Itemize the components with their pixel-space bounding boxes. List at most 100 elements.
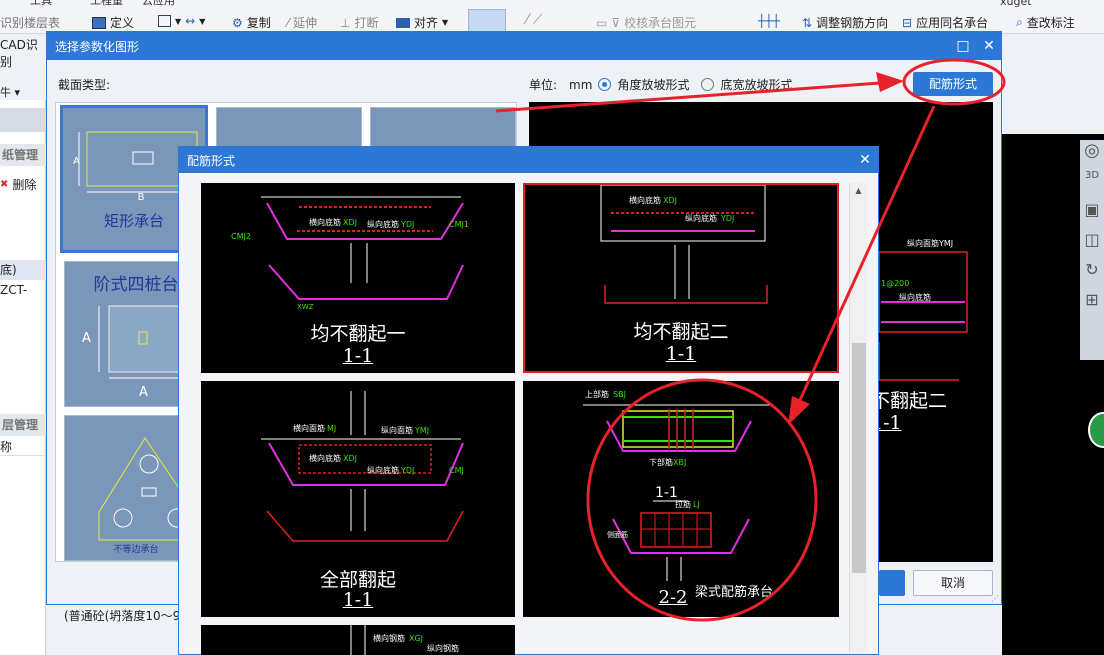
svg-text:纵向面筋: 纵向面筋 [381, 425, 413, 435]
adjust-rebar-button[interactable]: ⇅ 调整钢筋方向 [802, 14, 888, 31]
user-name: xuget [1000, 0, 1032, 8]
layers-icon[interactable]: ◫ [1080, 230, 1104, 260]
modify-label-text: 查改标注 [1026, 16, 1075, 30]
cap-icon: ⊽ [611, 15, 621, 30]
rebar-card-all-bend[interactable]: 横向面筋 MJ 纵向面筋 YMJ 横向底筋 XDJ 纵向底筋 YDJ CMJ 全部翻起 … [201, 381, 515, 617]
layer-mgmt-label: 层管理 [2, 418, 39, 432]
drawing-list-item[interactable]: 底) ZCT- [0, 260, 46, 297]
align-button[interactable]: 对齐 ▼ [396, 14, 448, 31]
floor-table-label: 识别楼层表 [0, 16, 61, 30]
delete-button[interactable]: ✖ 删除 [0, 176, 36, 193]
align-label: 对齐 [414, 16, 439, 30]
unit-row: 单位: mm 角度放坡形式 底宽放坡形式 [529, 76, 792, 93]
rebar-card-partial[interactable]: 横向钢筋 XGJ 纵向钢筋 [201, 625, 515, 655]
modify-label-button[interactable]: ⌕ 查改标注 [1016, 14, 1075, 31]
svg-text:YDJ: YDJ [720, 214, 734, 223]
grid-icon [158, 15, 171, 27]
svg-text:纵向面筋YMJ: 纵向面筋YMJ [907, 238, 953, 248]
unit-value: mm [569, 77, 593, 92]
svg-text:横向底筋: 横向底筋 [629, 195, 661, 205]
svg-text:YMJ: YMJ [414, 426, 429, 435]
chevron-down-icon-2: ▼ [199, 16, 206, 26]
svg-text:CMJ1: CMJ1 [449, 220, 469, 229]
menu-quantity[interactable]: 工程量 [90, 0, 123, 8]
svg-text:SBJ: SBJ [613, 390, 626, 399]
svg-text:XDJ: XDJ [343, 218, 357, 227]
preview-title: 不翻起二 [871, 390, 948, 412]
cad-recognize-tab[interactable]: CAD识别 [0, 36, 46, 69]
scroll-thumb[interactable] [852, 343, 866, 573]
rebar-form-button[interactable]: 配筋形式 [913, 72, 993, 96]
search-label-icon: ⌕ [1016, 15, 1023, 29]
param-dialog-titlebar[interactable]: 选择参数化图形 [47, 32, 1001, 60]
scroll-up-icon[interactable]: ▲ [850, 183, 867, 199]
resize-grip-icon[interactable]: ⋰ [991, 594, 999, 603]
bottom-status-text: (普通砼(坍落度10～9 [64, 609, 181, 623]
svg-text:下部筋: 下部筋 [649, 457, 673, 467]
layout-dropdown[interactable]: ▼ ↔ ▼ [158, 14, 205, 28]
cube-icon[interactable]: ▣ [1080, 200, 1104, 230]
svg-text:YDJ: YDJ [400, 466, 414, 475]
define-button[interactable]: 定义 [92, 14, 134, 31]
rebar-card-beam-style[interactable]: 上部筋 SBJ 下部筋 XBJ 1-1 拉筋 LJ 侧面筋 2-2 梁式配筋承台 [523, 381, 839, 617]
grid-tool-icon[interactable]: ┼┼┼ [758, 14, 780, 28]
align-icon [396, 17, 410, 28]
chevron-down-icon-3: ▼ [442, 18, 449, 27]
radio-angle-label: 角度放坡形式 [617, 78, 690, 92]
rebar-dialog-title: 配筋形式 [187, 153, 236, 168]
adjust-rebar-label: 调整钢筋方向 [816, 16, 889, 30]
rebar-close-icon[interactable]: ✕ [855, 150, 875, 170]
close-icon[interactable]: ✕ [979, 36, 999, 56]
apply-same-cap-button[interactable]: ⊟ 应用同名承台 [902, 14, 988, 31]
card-2-title: 均不翻起二 [633, 321, 729, 343]
name-column-label: 称 [0, 440, 13, 454]
orbit-icon[interactable]: ◎ [1080, 140, 1104, 170]
maximize-icon[interactable]: □ [953, 36, 973, 56]
svg-text:MJ: MJ [327, 424, 336, 433]
extend-button[interactable]: ⁄ 延伸 [287, 14, 317, 31]
line-tools-icon[interactable]: ⁄ ⟋ [526, 12, 576, 30]
rebar-card-no-bend-1[interactable]: 横向底筋 XDJ 纵向底筋 YDJ CMJ2 CMJ1 XWZ 均不翻起一 1-1 [201, 183, 515, 373]
tab-dropdown-icon[interactable]: 牛 ▾ [0, 84, 20, 100]
layer-name-column: 称 [0, 438, 46, 456]
scrollbar[interactable]: ▲ [849, 183, 867, 653]
radio-angle[interactable] [598, 78, 612, 91]
rebar-card-no-bend-2[interactable]: 横向底筋 XDJ 纵向底筋 YDJ 均不翻起二 1-1 [523, 183, 839, 373]
svg-text:XDJ: XDJ [343, 454, 357, 463]
svg-text:纵向底筋: 纵向底筋 [367, 465, 399, 475]
layer-mgmt-header: 层管理 [0, 414, 46, 436]
card-4-title: 梁式配筋承台 [695, 585, 774, 600]
break-button[interactable]: ⊥ 打断 [340, 14, 378, 31]
cancel-label: 取消 [940, 576, 965, 590]
svg-text:CMJ: CMJ [449, 466, 464, 475]
card-4-sub: 2-2 [658, 587, 688, 608]
menu-tools[interactable]: 工具 [30, 0, 52, 8]
svg-text:B: B [138, 192, 145, 203]
menu-strip: 工具 工程量 云应用 [0, 0, 240, 7]
card-1-title: 均不翻起一 [310, 323, 406, 345]
grid-view-icon[interactable]: ⊞ [1080, 290, 1104, 320]
svg-text:XBJ: XBJ [673, 458, 686, 467]
card-1-sub: 1-1 [342, 345, 374, 367]
svg-text:XDJ: XDJ [663, 196, 677, 205]
svg-text:拉筋: 拉筋 [675, 499, 691, 509]
floor-table-button[interactable]: 识别楼层表 [0, 14, 60, 31]
ok-button[interactable] [879, 570, 905, 596]
svg-text:横向底筋: 横向底筋 [309, 453, 341, 463]
copy-button[interactable]: ⚙ 复制 [232, 14, 271, 31]
resize-icon: ↔ [185, 14, 196, 28]
card-3-sub: 1-1 [342, 589, 374, 611]
cancel-button[interactable]: 取消 [913, 570, 993, 596]
rebar-dialog-titlebar[interactable]: 配筋形式 [179, 147, 878, 173]
svg-text:A: A [73, 156, 80, 167]
ribbon: 工具 工程量 云应用 识别楼层表 定义 ▼ ↔▼ ⚙ 复制 ⁄ 延伸 ⊥ 打断 [0, 0, 1104, 34]
chevron-down-icon: ▼ [175, 16, 182, 26]
menu-cloud[interactable]: 云应用 [142, 0, 175, 8]
3d-view-icon[interactable]: 3D [1080, 170, 1104, 200]
rotate-icon[interactable]: ↻ [1080, 260, 1104, 290]
radio-width[interactable] [701, 78, 715, 91]
check-cap-button[interactable]: ▭ ⊽ 校核承台图元 [596, 14, 696, 31]
apply-same-cap-label: 应用同名承台 [916, 16, 989, 30]
card-2-sub: 1-1 [665, 343, 697, 365]
extend-icon: ⁄ [287, 15, 290, 30]
